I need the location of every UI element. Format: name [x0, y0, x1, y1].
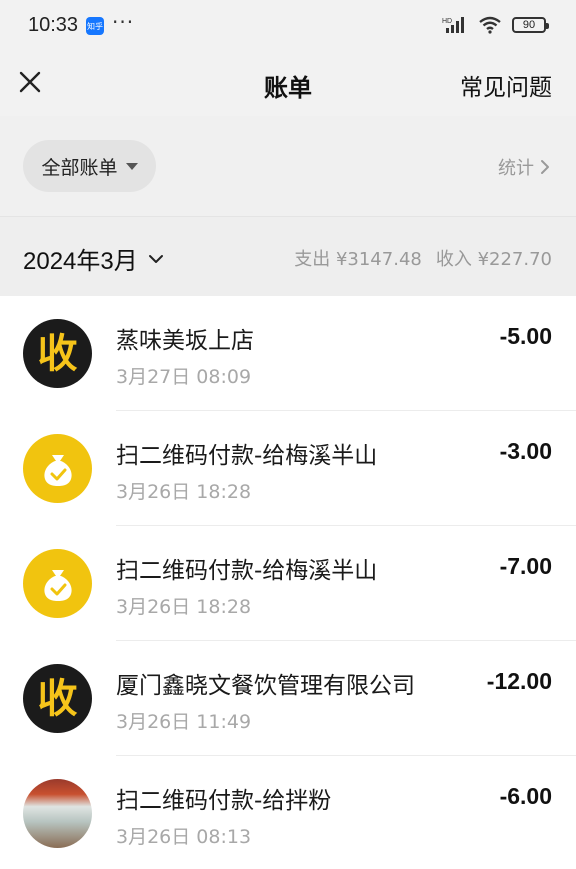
bill-filter-dropdown[interactable]: 全部账单	[23, 140, 156, 192]
zhihu-app-icon: 知乎	[86, 17, 104, 35]
nav-bar: 账单 常见问题	[0, 52, 576, 116]
month-header: 2024年3月 支出 ¥3147.48 收入 ¥227.70	[0, 216, 576, 296]
svg-text:HD: HD	[442, 18, 452, 25]
month-summary: 支出 ¥3147.48 收入 ¥227.70	[294, 245, 552, 271]
chevron-right-icon	[541, 160, 549, 174]
battery-icon: 90	[512, 17, 549, 33]
transaction-title: 扫二维码付款-给拌粉	[116, 788, 332, 814]
transaction-date: 3月26日 18:28	[116, 481, 252, 503]
transaction-amount: -3.00	[499, 438, 552, 464]
transaction-amount: -6.00	[499, 783, 552, 809]
wifi-icon	[479, 16, 501, 34]
transaction-item[interactable]: 扫二维码付款-给梅溪半山 3月26日 18:28 -3.00	[0, 411, 576, 526]
money-bag-icon	[23, 549, 92, 618]
transaction-item[interactable]: 扫二维码付款-给梅溪半山 3月26日 18:28 -7.00	[0, 526, 576, 641]
transaction-date: 3月26日 11:49	[116, 711, 252, 733]
money-bag-icon	[23, 434, 92, 503]
transaction-item[interactable]: 收 蒸味美坂上店 3月27日 08:09 -5.00	[0, 296, 576, 411]
transaction-title: 蒸味美坂上店	[116, 328, 254, 354]
status-time: 10:33	[28, 14, 79, 36]
shou-char: 收	[37, 330, 78, 377]
signal-icon: HD	[442, 17, 464, 33]
shou-icon: 收	[23, 319, 92, 388]
shop-photo-avatar	[23, 779, 92, 848]
shou-char: 收	[37, 675, 78, 722]
transaction-title: 厦门鑫晓文餐饮管理有限公司	[116, 673, 415, 699]
transaction-amount: -7.00	[499, 553, 552, 579]
transaction-date: 3月26日 08:13	[116, 826, 252, 848]
transaction-date: 3月27日 08:09	[116, 366, 252, 388]
bill-filter-label: 全部账单	[41, 156, 118, 179]
month-label: 2024年3月	[23, 248, 138, 275]
transaction-list: 收 蒸味美坂上店 3月27日 08:09 -5.00 扫二维码付款-给梅溪半山 …	[0, 296, 576, 869]
month-expense: 支出 ¥3147.48	[294, 249, 422, 270]
transaction-date: 3月26日 18:28	[116, 596, 252, 618]
month-income: 收入 ¥227.70	[435, 249, 552, 270]
chevron-down-icon	[148, 254, 163, 263]
filter-bar: 全部账单 统计	[0, 116, 576, 216]
statistics-label: 统计	[498, 158, 534, 179]
transaction-amount: -5.00	[499, 323, 552, 349]
transaction-amount: -12.00	[486, 668, 552, 694]
month-selector[interactable]: 2024年3月	[23, 241, 164, 276]
statistics-link[interactable]: 统计	[498, 154, 550, 180]
faq-link[interactable]: 常见问题	[460, 68, 552, 102]
transaction-title: 扫二维码付款-给梅溪半山	[116, 443, 378, 469]
transaction-title: 扫二维码付款-给梅溪半山	[116, 558, 378, 584]
more-notifications-icon: ···	[112, 10, 135, 34]
transaction-item[interactable]: 收 厦门鑫晓文餐饮管理有限公司 3月26日 11:49 -12.00	[0, 641, 576, 756]
shou-icon: 收	[23, 664, 92, 733]
caret-down-icon	[125, 162, 138, 170]
status-indicators: HD 90	[442, 16, 549, 34]
status-bar: 10:33 知乎 ··· HD 90	[0, 0, 576, 52]
transaction-item[interactable]: 扫二维码付款-给拌粉 3月26日 08:13 -6.00	[0, 756, 576, 869]
